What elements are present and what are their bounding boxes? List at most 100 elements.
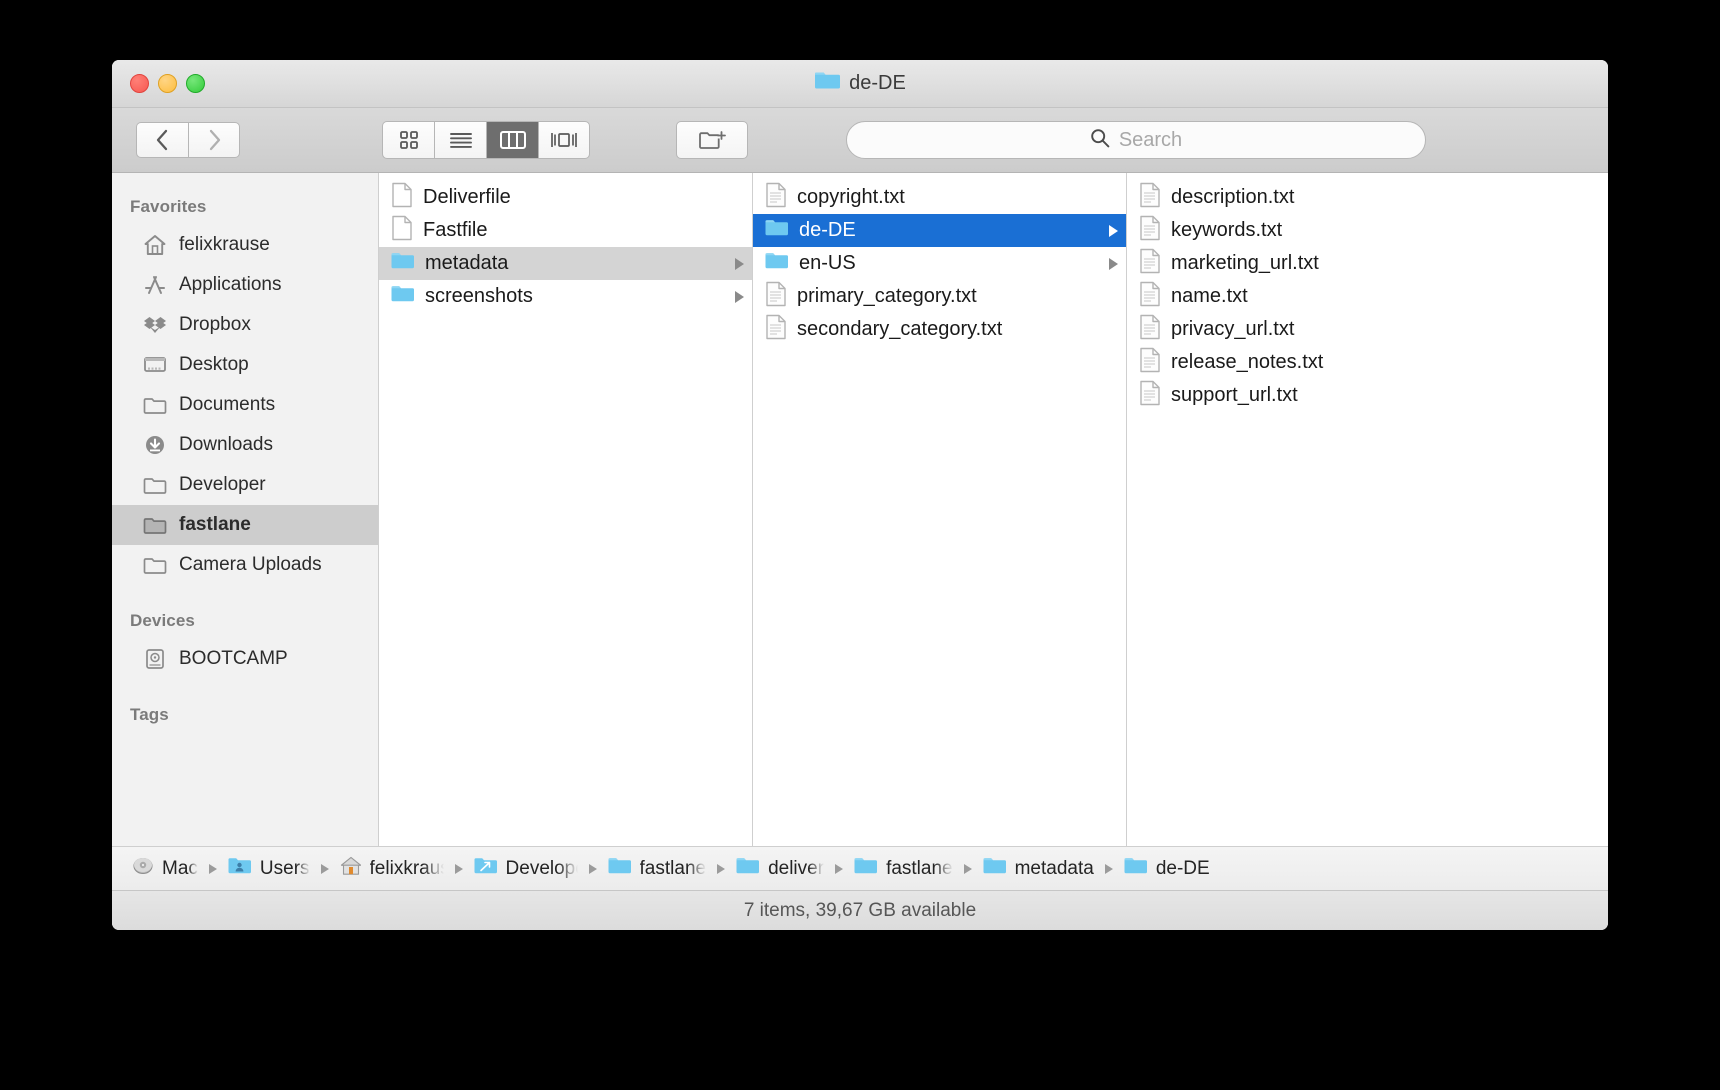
coverflow-view-button[interactable]: [538, 121, 590, 159]
sidebar-item-developer[interactable]: Developer: [112, 465, 378, 505]
folder-icon: [1124, 856, 1148, 882]
sidebar: Favorites felixkrause Applications Dropb…: [112, 173, 379, 846]
list-item[interactable]: privacy_url.txt: [1127, 313, 1608, 346]
text-file-icon: [1139, 380, 1161, 412]
folder-icon: [814, 70, 841, 96]
sidebar-item-label: BOOTCAMP: [179, 648, 288, 669]
item-label: metadata: [425, 252, 509, 274]
sidebar-item-label: Applications: [179, 274, 282, 295]
list-item[interactable]: Fastfile: [379, 214, 752, 247]
breadcrumb-fastlane-1[interactable]: fastlane: [608, 856, 706, 882]
list-item[interactable]: name.txt: [1127, 280, 1608, 313]
list-item[interactable]: marketing_url.txt: [1127, 247, 1608, 280]
folder-icon: [391, 251, 415, 277]
item-label: en-US: [799, 252, 856, 274]
item-label: copyright.txt: [797, 186, 905, 208]
text-file-icon: [765, 182, 787, 214]
sidebar-item-applications[interactable]: Applications: [112, 265, 378, 305]
home-icon: [340, 856, 362, 882]
item-label: Fastfile: [423, 219, 488, 241]
breadcrumb-mac[interactable]: Mac: [132, 856, 198, 882]
list-item[interactable]: keywords.txt: [1127, 214, 1608, 247]
folder-icon: [142, 513, 168, 537]
folder-icon: [142, 553, 168, 577]
list-item-en-US[interactable]: en-US: [753, 247, 1126, 280]
folder-icon: [608, 856, 632, 882]
harddisk-icon: [132, 856, 154, 882]
breadcrumb-label: deliver: [768, 857, 825, 879]
list-item-de-DE[interactable]: de-DE: [753, 214, 1126, 247]
breadcrumb-label: Users: [259, 857, 310, 879]
list-item[interactable]: secondary_category.txt: [753, 313, 1126, 346]
breadcrumb-separator-icon: [588, 863, 597, 874]
new-folder-group: [676, 121, 748, 159]
text-file-icon: [1139, 182, 1161, 214]
sidebar-item-bootcamp[interactable]: BOOTCAMP: [112, 639, 378, 679]
list-item[interactable]: copyright.txt: [753, 181, 1126, 214]
list-item[interactable]: release_notes.txt: [1127, 346, 1608, 379]
search-field[interactable]: Search: [846, 121, 1426, 159]
sidebar-item-dropbox[interactable]: Dropbox: [112, 305, 378, 345]
item-label: de-DE: [799, 219, 856, 241]
forward-button[interactable]: [188, 122, 240, 158]
sidebar-item-label: Documents: [179, 394, 276, 415]
sidebar-section-devices-header: Devices: [130, 611, 195, 630]
sidebar-item-fastlane[interactable]: fastlane: [112, 505, 378, 545]
item-label: screenshots: [425, 285, 533, 307]
breadcrumb-label: Developer: [505, 857, 578, 879]
back-button[interactable]: [136, 122, 188, 158]
breadcrumb-deliver[interactable]: deliver: [736, 856, 824, 882]
sidebar-item-label: Camera Uploads: [179, 554, 322, 575]
view-mode-switcher: [382, 121, 590, 159]
list-item-metadata[interactable]: metadata: [379, 247, 752, 280]
sidebar-item-label: Dropbox: [179, 314, 251, 335]
harddisk-icon: [142, 647, 168, 671]
disclosure-arrow-icon[interactable]: [1109, 257, 1118, 270]
sidebar-section-favorites-header: Favorites: [130, 197, 207, 216]
breadcrumb-users[interactable]: Users: [228, 856, 310, 882]
sidebar-item-downloads[interactable]: Downloads: [112, 425, 378, 465]
breadcrumb-separator-icon: [454, 863, 463, 874]
sidebar-item-felixkrause[interactable]: felixkrause: [112, 225, 378, 265]
disclosure-arrow-icon[interactable]: [735, 257, 744, 270]
breadcrumb-metadata[interactable]: metadata: [983, 856, 1094, 882]
list-item[interactable]: Deliverfile: [379, 181, 752, 214]
list-item[interactable]: support_url.txt: [1127, 379, 1608, 412]
item-label: Deliverfile: [423, 186, 511, 208]
breadcrumb-developer[interactable]: Developer: [474, 856, 578, 882]
disclosure-arrow-icon[interactable]: [1109, 224, 1118, 237]
column-view-button[interactable]: [486, 121, 538, 159]
home-icon: [142, 233, 168, 257]
developer-folder-icon: [474, 856, 498, 882]
breadcrumb-separator-icon: [717, 863, 726, 874]
text-file-icon: [1139, 215, 1161, 247]
breadcrumb-label: fastlane: [886, 857, 953, 879]
disclosure-arrow-icon[interactable]: [735, 290, 744, 303]
breadcrumb-label: felixkrause: [369, 857, 444, 879]
list-item[interactable]: primary_category.txt: [753, 280, 1126, 313]
downloads-icon: [142, 433, 168, 457]
breadcrumb-de-DE[interactable]: de-DE: [1124, 856, 1210, 882]
list-item-screenshots[interactable]: screenshots: [379, 280, 752, 313]
sidebar-item-documents[interactable]: Documents: [112, 385, 378, 425]
title-bar: de-DE: [112, 60, 1608, 108]
breadcrumb-separator-icon: [320, 863, 329, 874]
sidebar-item-desktop[interactable]: Desktop: [112, 345, 378, 385]
sidebar-item-label: Desktop: [179, 354, 249, 375]
breadcrumb-felixkrause[interactable]: felixkrause: [340, 856, 444, 882]
finder-window: de-DE Search Favorites felixkrause Appli…: [112, 60, 1608, 930]
list-item[interactable]: description.txt: [1127, 181, 1608, 214]
breadcrumb-fastlane-2[interactable]: fastlane: [854, 856, 953, 882]
item-label: name.txt: [1171, 285, 1248, 307]
sidebar-item-label: Developer: [179, 474, 266, 495]
item-label: marketing_url.txt: [1171, 252, 1319, 274]
breadcrumb-label: metadata: [1014, 857, 1094, 879]
item-label: secondary_category.txt: [797, 318, 1003, 340]
new-folder-button[interactable]: [676, 121, 748, 159]
window-title: de-DE: [112, 70, 1608, 96]
sidebar-item-camera-uploads[interactable]: Camera Uploads: [112, 545, 378, 585]
icon-view-button[interactable]: [382, 121, 434, 159]
window-title-text: de-DE: [849, 71, 906, 94]
status-text: 7 items, 39,67 GB available: [743, 899, 977, 921]
list-view-button[interactable]: [434, 121, 486, 159]
